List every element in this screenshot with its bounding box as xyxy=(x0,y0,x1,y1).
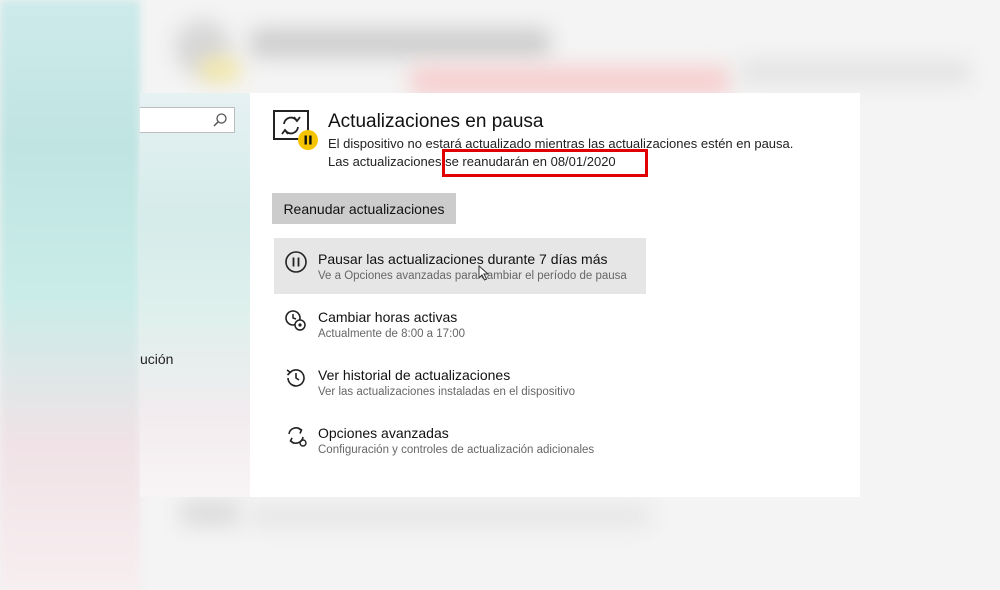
option-title: Opciones avanzadas xyxy=(318,425,449,441)
update-history-option[interactable]: Ver historial de actualizaciones Ver las… xyxy=(274,354,646,410)
active-hours-icon xyxy=(285,310,306,331)
option-title: Pausar las actualizaciones durante 7 día… xyxy=(318,251,608,267)
blurred-highlight xyxy=(410,66,730,96)
windows-update-panel: Actualizaciones en pausa El dispositivo … xyxy=(250,93,860,497)
active-hours-option[interactable]: Cambiar horas activas Actualmente de 8:0… xyxy=(274,296,646,352)
search-input[interactable] xyxy=(140,107,235,133)
background-left-blur xyxy=(0,0,140,590)
blurred-text xyxy=(740,60,970,84)
history-icon xyxy=(286,369,305,387)
pause-updates-option[interactable]: Pausar las actualizaciones durante 7 día… xyxy=(274,238,646,294)
resume-date-prefix: Las actualizaciones xyxy=(328,154,446,169)
advanced-options-option[interactable]: Opciones avanzadas Configuración y contr… xyxy=(274,412,646,468)
pause-icon xyxy=(285,251,307,273)
option-title: Cambiar horas activas xyxy=(318,309,458,325)
option-subtitle: Ve a Opciones avanzadas para cambiar el … xyxy=(318,270,627,282)
sidebar-item-label[interactable]: ución xyxy=(140,351,173,367)
option-subtitle: Ver las actualizaciones instaladas en el… xyxy=(318,386,575,398)
search-icon xyxy=(213,113,227,127)
resume-updates-button[interactable]: Reanudar actualizaciones xyxy=(272,193,456,224)
settings-sidebar: ución xyxy=(140,93,250,497)
option-subtitle: Configuración y controles de actualizaci… xyxy=(318,444,595,456)
blurred-badge xyxy=(200,58,240,82)
blurred-footer-icon xyxy=(180,500,240,526)
blurred-title xyxy=(250,28,550,58)
option-title: Ver historial de actualizaciones xyxy=(318,367,511,383)
option-subtitle: Actualmente de 8:00 a 17:00 xyxy=(318,328,466,340)
mouse-cursor-icon xyxy=(478,265,490,281)
red-highlight-annotation xyxy=(442,149,648,177)
advanced-options-icon xyxy=(288,427,307,447)
update-paused-icon xyxy=(273,110,318,150)
blurred-footer-text xyxy=(250,505,650,527)
page-title: Actualizaciones en pausa xyxy=(328,111,544,132)
